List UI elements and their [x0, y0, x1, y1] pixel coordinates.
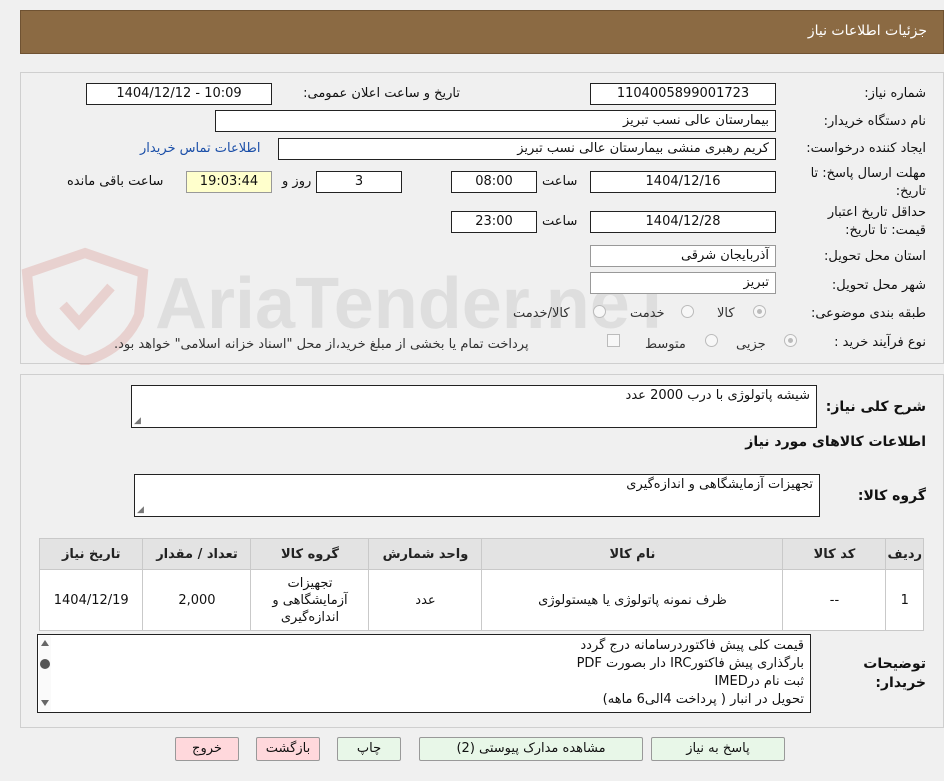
- col-name: نام کالا: [481, 538, 784, 570]
- province-field: آذربایجان شرقی: [590, 245, 776, 267]
- category-label: طبقه بندی موضوعی:: [810, 306, 926, 321]
- announce-datetime-field: 1404/12/12 - 10:09: [86, 83, 272, 105]
- requester-field: کریم رهبری منشی بیمارستان عالی نسب تبریز: [278, 138, 776, 160]
- cell-group-line: آزمایشگاهی و: [272, 592, 348, 608]
- city-label: شهر محل تحویل:: [831, 278, 926, 293]
- validity-label-line1: حداقل تاریخ اعتبار: [827, 205, 926, 220]
- need-number-label: شماره نیاز:: [864, 86, 926, 101]
- process-type-label: نوع فرآیند خرید :: [834, 335, 926, 350]
- deadline-time-label: ساعت: [542, 174, 578, 189]
- resize-grip-icon[interactable]: ◢: [137, 506, 144, 515]
- days-label: روز و: [282, 174, 312, 189]
- category-option-goods-service: کالا/خدمت: [513, 306, 570, 321]
- remaining-time-field: 19:03:44: [186, 171, 272, 193]
- cell-group-line: اندازه‌گیری: [280, 609, 340, 625]
- print-button[interactable]: چاپ: [337, 737, 401, 761]
- goods-info-title: اطلاعات کالاهای مورد نیاز: [745, 434, 926, 450]
- cell-group: تجهیزات آزمایشگاهی و اندازه‌گیری: [250, 569, 370, 631]
- category-radio-goods-service[interactable]: [593, 305, 606, 318]
- goods-group-label: گروه کالا:: [857, 488, 926, 504]
- process-option-medium: متوسط: [645, 337, 686, 352]
- notes-scrollbar[interactable]: [39, 636, 51, 711]
- need-summary-field: شیشه پاتولوژی با درب 2000 عدد ◢: [131, 385, 817, 428]
- buyer-contact-link[interactable]: اطلاعات تماس خریدار: [140, 141, 260, 156]
- goods-group-field: تجهیزات آزمایشگاهی و اندازه‌گیری ◢: [134, 474, 820, 517]
- cell-unit: عدد: [368, 569, 483, 631]
- process-option-minor: جزیی: [736, 337, 766, 352]
- cell-code: --: [782, 569, 887, 631]
- remaining-time-label: ساعت باقی مانده: [67, 174, 164, 189]
- process-radio-minor[interactable]: [784, 334, 797, 347]
- view-attachments-button[interactable]: مشاهده مدارک پیوستی (2): [419, 737, 643, 761]
- cell-group-line: تجهیزات: [287, 575, 333, 591]
- cell-row: 1: [885, 569, 924, 631]
- treasury-payment-note: پرداخت تمام یا بخشی از مبلغ خرید،از محل …: [114, 337, 529, 352]
- reply-button[interactable]: پاسخ به نیاز: [651, 737, 785, 761]
- page-header: جزئیات اطلاعات نیاز: [20, 10, 944, 54]
- buyer-org-field: بیمارستان عالی نسب تبریز: [215, 110, 776, 132]
- exit-button[interactable]: خروج: [175, 737, 239, 761]
- remaining-days-field: 3: [316, 171, 402, 193]
- col-code: کد کالا: [782, 538, 887, 570]
- need-number-field: 1104005899001723: [590, 83, 776, 105]
- goods-group-text: تجهیزات آزمایشگاهی و اندازه‌گیری: [626, 477, 813, 492]
- buyer-org-label: نام دستگاه خریدار:: [823, 114, 926, 129]
- page-title: جزئیات اطلاعات نیاز: [807, 23, 927, 39]
- cell-quantity: 2,000: [142, 569, 252, 631]
- category-option-service: خدمت: [630, 306, 665, 321]
- category-option-goods: کالا: [717, 306, 735, 321]
- back-button[interactable]: بازگشت: [256, 737, 320, 761]
- scroll-down-icon[interactable]: [41, 700, 49, 706]
- buyer-notes-label-line2: خریدار:: [875, 675, 926, 691]
- col-quantity: تعداد / مقدار: [142, 538, 252, 570]
- process-radio-medium[interactable]: [705, 334, 718, 347]
- deadline-label-line1: مهلت ارسال پاسخ: تا: [810, 166, 926, 181]
- scroll-thumb[interactable]: [40, 659, 50, 669]
- items-table-header: ردیف کد کالا نام کالا واحد شمارش گروه کا…: [38, 538, 924, 570]
- requester-label: ایجاد کننده درخواست:: [806, 141, 926, 156]
- resize-grip-icon[interactable]: ◢: [134, 417, 141, 426]
- items-table: ردیف کد کالا نام کالا واحد شمارش گروه کا…: [38, 538, 924, 631]
- col-group: گروه کالا: [250, 538, 370, 570]
- buyer-notes-label-line1: توضیحات: [863, 656, 926, 672]
- table-row: 1 -- ظرف نمونه پاتولوژی یا هیستولوژی عدد…: [38, 569, 924, 631]
- validity-label-line2: قیمت: تا تاریخ:: [845, 223, 926, 238]
- buyer-note-line: ثبت نام درIMED: [714, 674, 804, 689]
- cell-date: 1404/12/19: [38, 569, 144, 631]
- deadline-label-line2: تاریخ:: [895, 184, 926, 199]
- buyer-note-line: تحویل در انبار ( پرداخت 4الی6 ماهه): [602, 692, 804, 707]
- announce-datetime-label: تاریخ و ساعت اعلان عمومی:: [303, 86, 460, 101]
- cell-name: ظرف نمونه پاتولوژی یا هیستولوژی: [481, 569, 784, 631]
- province-label: استان محل تحویل:: [824, 249, 926, 264]
- need-summary-text: شیشه پاتولوژی با درب 2000 عدد: [625, 388, 810, 403]
- treasury-payment-checkbox[interactable]: [607, 334, 620, 347]
- validity-date-field: 1404/12/28: [590, 211, 776, 233]
- buyer-note-line: قیمت کلی پیش فاکتوردرسامانه درج گردد: [580, 638, 804, 653]
- validity-time-label: ساعت: [542, 214, 578, 229]
- scroll-up-icon[interactable]: [41, 640, 49, 646]
- deadline-date-field: 1404/12/16: [590, 171, 776, 193]
- deadline-time-field: 08:00: [451, 171, 537, 193]
- buyer-notes-field: قیمت کلی پیش فاکتوردرسامانه درج گردد بار…: [37, 634, 811, 713]
- col-date: تاریخ نیاز: [38, 538, 144, 570]
- city-field: تبریز: [590, 272, 776, 294]
- buyer-note-line: بارگذاری پیش فاکتورIRC دار بصورت PDF: [576, 656, 804, 671]
- col-row: ردیف: [885, 538, 924, 570]
- category-radio-service[interactable]: [681, 305, 694, 318]
- validity-time-field: 23:00: [451, 211, 537, 233]
- col-unit: واحد شمارش: [368, 538, 483, 570]
- need-summary-label: شرح کلی نیاز:: [825, 399, 926, 415]
- category-radio-goods[interactable]: [753, 305, 766, 318]
